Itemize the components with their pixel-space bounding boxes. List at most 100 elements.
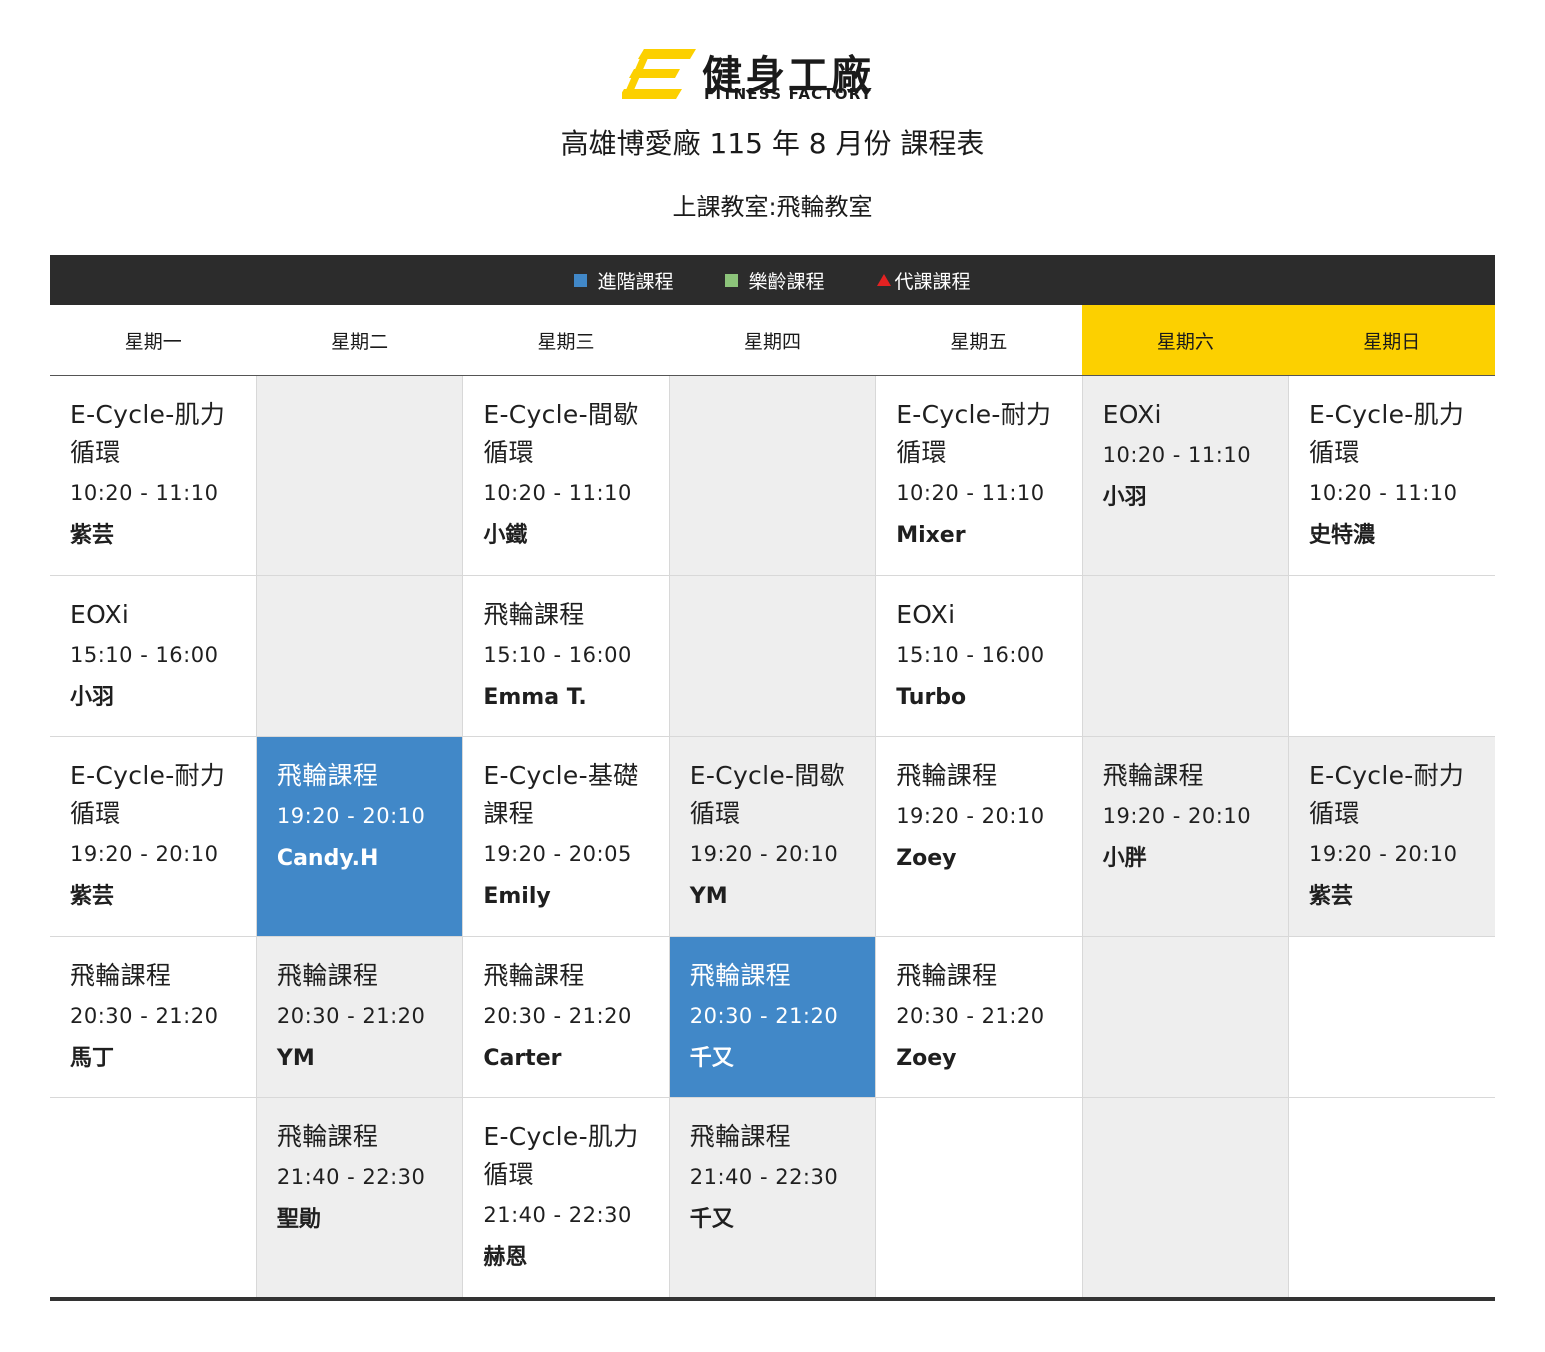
course-time: 19:20 - 20:10 bbox=[896, 804, 1045, 828]
class-slot[interactable]: E-Cycle-基礎課程 19:20 - 20:05 Emily bbox=[462, 736, 670, 937]
class-slot[interactable]: EOXi 10:20 - 11:10 小羽 bbox=[1081, 375, 1290, 576]
coach-name: 紫芸 bbox=[70, 523, 115, 548]
class-slot[interactable]: E-Cycle-肌力循環 21:40 - 22:30 赫恩 bbox=[462, 1097, 670, 1301]
day-header-row: 星期一 星期二 星期三 星期四 星期五 星期六 星期日 bbox=[50, 305, 1495, 376]
day-header-mon: 星期一 bbox=[50, 305, 257, 376]
coach-name: 聖勛 bbox=[276, 1207, 321, 1232]
day-header-sun: 星期日 bbox=[1288, 305, 1495, 376]
coach-name: 小羽 bbox=[70, 685, 115, 710]
course-name: 飛輪課程 bbox=[483, 961, 585, 990]
green-square-icon bbox=[725, 273, 739, 287]
fitness-factory-logo-icon bbox=[622, 49, 696, 99]
course-time: 20:30 - 21:20 bbox=[70, 1004, 219, 1028]
class-slot[interactable]: 飛輪課程 19:20 - 20:10 Candy.H bbox=[255, 736, 464, 937]
class-slot[interactable]: 飛輪課程 20:30 - 21:20 Zoey bbox=[875, 936, 1083, 1098]
classroom-subtitle: 上課教室:飛輪教室 bbox=[672, 193, 873, 221]
legend-senior: 樂齡課程 bbox=[725, 267, 825, 294]
course-time: 10:20 - 11:10 bbox=[1102, 443, 1252, 467]
coach-name: Zoey bbox=[896, 1046, 957, 1071]
course-time: 15:10 - 16:00 bbox=[483, 643, 632, 667]
coach-name: 小胖 bbox=[1102, 846, 1147, 871]
course-time: 20:30 - 21:20 bbox=[483, 1004, 632, 1028]
class-slot[interactable]: 飛輪課程 20:30 - 21:20 YM bbox=[255, 936, 464, 1098]
class-slot[interactable]: E-Cycle-肌力循環 10:20 - 11:10 史特濃 bbox=[1288, 375, 1495, 576]
coach-name: 紫芸 bbox=[1309, 884, 1354, 909]
class-slot[interactable]: E-Cycle-耐力循環 19:20 - 20:10 紫芸 bbox=[50, 736, 257, 937]
class-slot[interactable]: 飛輪課程 20:30 - 21:20 Carter bbox=[462, 936, 670, 1098]
class-slot[interactable]: 飛輪課程 20:30 - 21:20 馬丁 bbox=[50, 936, 257, 1098]
class-slot[interactable]: 飛輪課程 21:40 - 22:30 聖勛 bbox=[255, 1097, 464, 1301]
empty-slot bbox=[875, 1097, 1083, 1301]
course-time: 21:40 - 22:30 bbox=[483, 1203, 632, 1227]
class-slot[interactable]: EOXi 15:10 - 16:00 Turbo bbox=[875, 575, 1083, 737]
class-slot[interactable]: E-Cycle-間歇循環 19:20 - 20:10 YM bbox=[668, 736, 877, 937]
course-name: 飛輪課程 bbox=[276, 761, 379, 790]
course-name: 飛輪課程 bbox=[896, 761, 998, 790]
course-name: 飛輪課程 bbox=[896, 961, 998, 990]
course-name: E-Cycle-間歇循環 bbox=[689, 761, 845, 828]
coach-name: 小羽 bbox=[1102, 485, 1147, 510]
schedule-row: E-Cycle-耐力循環 19:20 - 20:10 紫芸 飛輪課程 19:20 - 2… bbox=[50, 736, 1495, 937]
class-slot[interactable]: EOXi 15:10 - 16:00 小羽 bbox=[50, 575, 257, 737]
brand-name-en: FITNESS FACTORY bbox=[704, 85, 873, 103]
course-name: 飛輪課程 bbox=[70, 961, 172, 990]
course-name: 飛輪課程 bbox=[1102, 761, 1204, 790]
course-name: EOXi bbox=[1102, 400, 1162, 429]
legend-label: 樂齡課程 bbox=[748, 270, 825, 293]
empty-slot bbox=[1288, 936, 1495, 1098]
course-time: 10:20 - 11:10 bbox=[1309, 481, 1458, 505]
coach-name: Turbo bbox=[896, 685, 967, 710]
empty-slot bbox=[50, 1097, 257, 1301]
coach-name: 紫芸 bbox=[70, 884, 115, 909]
coach-name: 千又 bbox=[689, 1207, 734, 1232]
legend-advanced: 進階課程 bbox=[574, 267, 673, 294]
course-time: 10:20 - 11:10 bbox=[483, 481, 632, 505]
course-name: 飛輪課程 bbox=[689, 1122, 791, 1151]
course-time: 21:40 - 22:30 bbox=[689, 1165, 839, 1189]
empty-slot bbox=[255, 375, 464, 576]
course-name: 飛輪課程 bbox=[276, 961, 379, 990]
class-slot[interactable]: 飛輪課程 21:40 - 22:30 千又 bbox=[668, 1097, 877, 1301]
page-title: 高雄博愛廠 115 年 8 月份 課程表 bbox=[560, 127, 985, 160]
course-name: EOXi bbox=[896, 600, 956, 629]
class-slot[interactable]: E-Cycle-耐力循環 10:20 - 11:10 Mixer bbox=[875, 375, 1083, 576]
coach-name: 千又 bbox=[689, 1046, 734, 1071]
schedule-row: E-Cycle-肌力循環 10:20 - 11:10 紫芸 E-Cycle-間歇循環 1… bbox=[50, 375, 1495, 576]
day-header-tue: 星期二 bbox=[256, 305, 463, 376]
course-name: E-Cycle-肌力循環 bbox=[483, 1122, 639, 1189]
class-slot[interactable]: 飛輪課程 20:30 - 21:20 千又 bbox=[668, 936, 877, 1098]
course-time: 20:30 - 21:20 bbox=[896, 1004, 1045, 1028]
coach-name: 馬丁 bbox=[70, 1046, 115, 1071]
course-time: 19:20 - 20:10 bbox=[1102, 804, 1252, 828]
coach-name: Emily bbox=[483, 884, 551, 909]
coach-name: YM bbox=[689, 884, 728, 909]
empty-slot bbox=[1288, 575, 1495, 737]
day-header-sat: 星期六 bbox=[1082, 305, 1289, 376]
empty-slot bbox=[668, 375, 877, 576]
course-name: E-Cycle-耐力循環 bbox=[896, 400, 1052, 467]
class-slot[interactable]: E-Cycle-耐力循環 19:20 - 20:10 紫芸 bbox=[1288, 736, 1495, 937]
class-slot[interactable]: 飛輪課程 19:20 - 20:10 小胖 bbox=[1081, 736, 1290, 937]
course-name: 飛輪課程 bbox=[276, 1122, 379, 1151]
course-name: E-Cycle-肌力循環 bbox=[70, 400, 226, 467]
legend-substitute: 代課課程 bbox=[876, 267, 971, 294]
course-time: 10:20 - 11:10 bbox=[896, 481, 1045, 505]
coach-name: Emma T. bbox=[483, 685, 587, 710]
course-time: 15:10 - 16:00 bbox=[896, 643, 1045, 667]
class-slot[interactable]: 飛輪課程 15:10 - 16:00 Emma T. bbox=[462, 575, 670, 737]
coach-name: Candy.H bbox=[276, 846, 379, 871]
class-slot[interactable]: E-Cycle-肌力循環 10:20 - 11:10 紫芸 bbox=[50, 375, 257, 576]
empty-slot bbox=[1288, 1097, 1495, 1301]
course-time: 20:30 - 21:20 bbox=[276, 1004, 426, 1028]
course-time: 19:20 - 20:10 bbox=[689, 842, 839, 866]
day-header-thu: 星期四 bbox=[669, 305, 876, 376]
course-name: E-Cycle-耐力循環 bbox=[1309, 761, 1465, 828]
class-slot[interactable]: E-Cycle-間歇循環 10:20 - 11:10 小鐵 bbox=[462, 375, 670, 576]
course-time: 15:10 - 16:00 bbox=[70, 643, 219, 667]
empty-slot bbox=[1081, 1097, 1290, 1301]
red-triangle-icon bbox=[876, 274, 891, 286]
schedule-row: EOXi 15:10 - 16:00 小羽 飛輪課程 15:10 - 16:00 Emma… bbox=[50, 575, 1495, 737]
course-name: 飛輪課程 bbox=[689, 961, 791, 990]
class-slot[interactable]: 飛輪課程 19:20 - 20:10 Zoey bbox=[875, 736, 1083, 937]
empty-slot bbox=[1081, 936, 1290, 1098]
